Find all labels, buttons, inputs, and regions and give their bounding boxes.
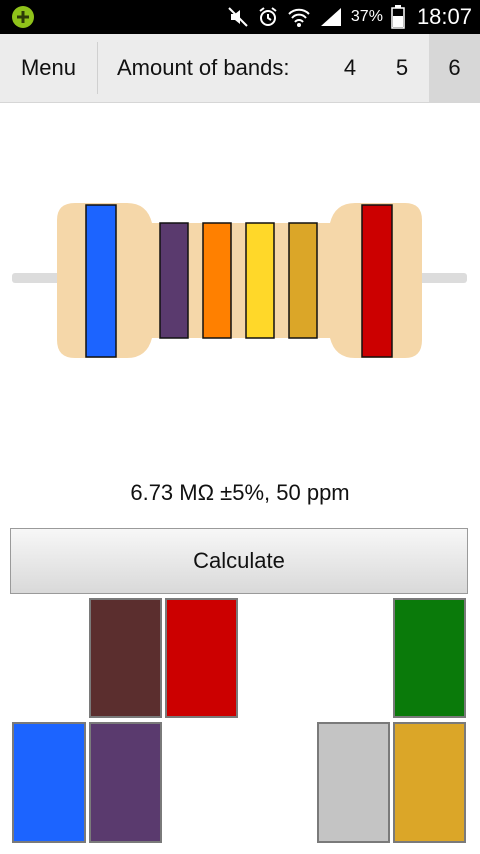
band-5[interactable]: [288, 222, 318, 339]
mute-icon: [228, 7, 248, 27]
band-3[interactable]: [202, 222, 232, 339]
menu-button[interactable]: Menu: [0, 34, 97, 102]
status-bar: 37% 18:07: [0, 0, 480, 34]
toolbar-divider: [97, 42, 98, 94]
color-swatch-blue[interactable]: [12, 722, 86, 843]
color-swatch-green[interactable]: [393, 598, 466, 718]
battery-icon: [391, 5, 405, 29]
band-option-6[interactable]: 6: [429, 34, 480, 102]
band-6[interactable]: [361, 204, 393, 358]
wifi-icon: [288, 8, 310, 27]
bands-label: Amount of bands:: [117, 55, 290, 80]
band-2[interactable]: [159, 222, 189, 339]
band-4[interactable]: [245, 222, 275, 339]
result-text: 6.73 MΩ ±5%, 50 ppm: [130, 480, 350, 505]
resistor-graphic: [0, 195, 480, 365]
app-notification-icon: [12, 6, 34, 28]
color-swatch-violet[interactable]: [89, 722, 162, 843]
band-option-4[interactable]: 4: [325, 34, 375, 102]
band-1[interactable]: [85, 204, 117, 358]
battery-percent: 37%: [350, 8, 383, 25]
app-toolbar: Menu Amount of bands: 4 5 6: [0, 34, 480, 103]
color-swatch-red[interactable]: [165, 598, 238, 718]
color-swatch-brown[interactable]: [89, 598, 162, 718]
color-swatch-gold[interactable]: [393, 722, 466, 843]
calculate-button[interactable]: Calculate: [10, 528, 468, 594]
clock: 18:07: [416, 4, 472, 29]
signal-icon: [320, 8, 341, 26]
resistor-body: [57, 203, 422, 358]
color-swatch-grey[interactable]: [317, 722, 390, 843]
band-option-5[interactable]: 5: [377, 34, 427, 102]
alarm-icon: [259, 7, 277, 26]
